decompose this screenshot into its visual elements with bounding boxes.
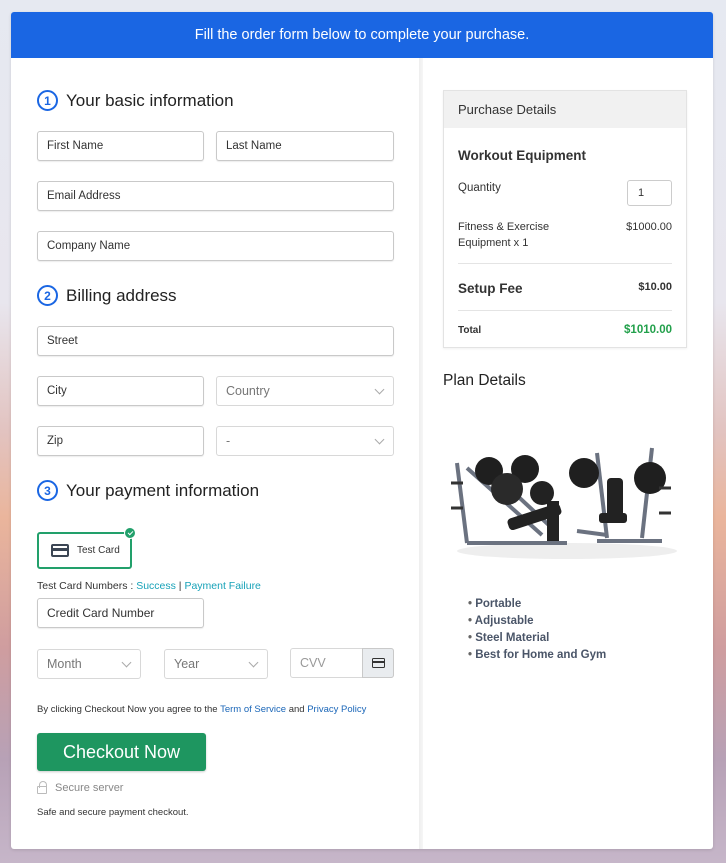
company-name-input[interactable]: Company Name [37,231,394,261]
credit-card-icon [371,658,385,668]
header-banner: Fill the order form below to complete yo… [11,12,713,58]
plan-feature-item: Best for Home and Gym [468,647,606,664]
line-item-price: $1000.00 [626,221,672,233]
plan-features-list: Portable Adjustable Steel Material Best … [468,596,606,664]
plan-feature-item: Portable [468,596,606,613]
product-name: Workout Equipment [458,148,586,163]
step-number-icon: 3 [37,480,58,501]
divider [458,263,672,264]
section-billing-heading: 2 Billing address [37,285,177,306]
divider [458,310,672,311]
chevron-down-icon [121,657,132,667]
year-select[interactable]: Year [164,649,268,679]
last-name-input[interactable]: Last Name [216,131,394,161]
state-select[interactable]: - [216,426,394,456]
payment-failure-link[interactable]: Payment Failure [184,580,260,592]
secure-server-label: Secure server [55,782,124,794]
plan-feature-item: Adjustable [468,613,606,630]
section-title: Billing address [66,285,177,305]
safe-checkout-text: Safe and secure payment checkout. [37,807,189,818]
step-number-icon: 1 [37,90,58,111]
country-select[interactable]: Country [216,376,394,406]
terms-of-service-link[interactable]: Term of Service [220,704,286,715]
order-form-page: Fill the order form below to complete yo… [11,12,713,849]
setup-fee-price: $10.00 [638,281,672,293]
chevron-down-icon [374,434,385,444]
state-select-value: - [226,434,231,448]
email-input[interactable]: Email Address [37,181,394,211]
test-card-option[interactable]: Test Card [37,527,136,569]
month-select-value: Month [47,657,82,671]
checkout-now-button[interactable]: Checkout Now [37,733,206,771]
section-title: Your basic information [66,90,234,110]
success-link[interactable]: Success [136,580,176,592]
cvv-addon [362,648,394,678]
secure-server-note: Secure server [37,781,124,794]
step-number-icon: 2 [37,285,58,306]
test-card-numbers-label: Test Card Numbers : [37,580,137,592]
order-form: 1 Your basic information First Name Last… [11,58,419,849]
total-price: $1010.00 [624,324,672,336]
terms-text: By clicking Checkout Now you agree to th… [37,704,366,715]
line-item-name: Fitness & Exercise Equipment x 1 [458,221,550,249]
workout-equipment-image [451,447,677,559]
month-select[interactable]: Month [37,649,141,679]
plan-details-title: Plan Details [443,372,526,389]
credit-card-icon [51,544,69,557]
plan-feature-item: Steel Material [468,630,606,647]
credit-card-number-input[interactable]: Credit Card Number [37,598,204,628]
privacy-policy-link[interactable]: Privacy Policy [307,704,366,715]
city-input[interactable]: City [37,376,204,406]
chevron-down-icon [374,384,385,394]
chevron-down-icon [248,657,259,667]
year-select-value: Year [174,657,200,671]
section-title: Your payment information [66,480,260,500]
order-summary: Purchase Details Workout Equipment Quant… [423,58,713,849]
check-circle-icon [124,527,136,539]
terms-and: and [286,704,308,715]
section-payment-heading: 3 Your payment information [37,480,259,501]
terms-prefix: By clicking Checkout Now you agree to th… [37,704,221,715]
purchase-details-heading: Purchase Details [444,91,686,128]
country-select-value: Country [226,384,270,398]
first-name-input[interactable]: First Name [37,131,204,161]
cvv-input[interactable]: CVV [290,648,394,678]
section-basic-info-heading: 1 Your basic information [37,90,234,111]
lock-icon [37,781,47,794]
street-input[interactable]: Street [37,326,394,356]
cvv-placeholder: CVV [300,656,326,670]
test-card-label: Test Card [77,545,120,556]
purchase-details-box: Purchase Details Workout Equipment Quant… [443,90,687,348]
test-card-numbers: Test Card Numbers : Success | Payment Fa… [37,580,261,592]
zip-input[interactable]: Zip [37,426,204,456]
quantity-input[interactable]: 1 [627,180,672,206]
